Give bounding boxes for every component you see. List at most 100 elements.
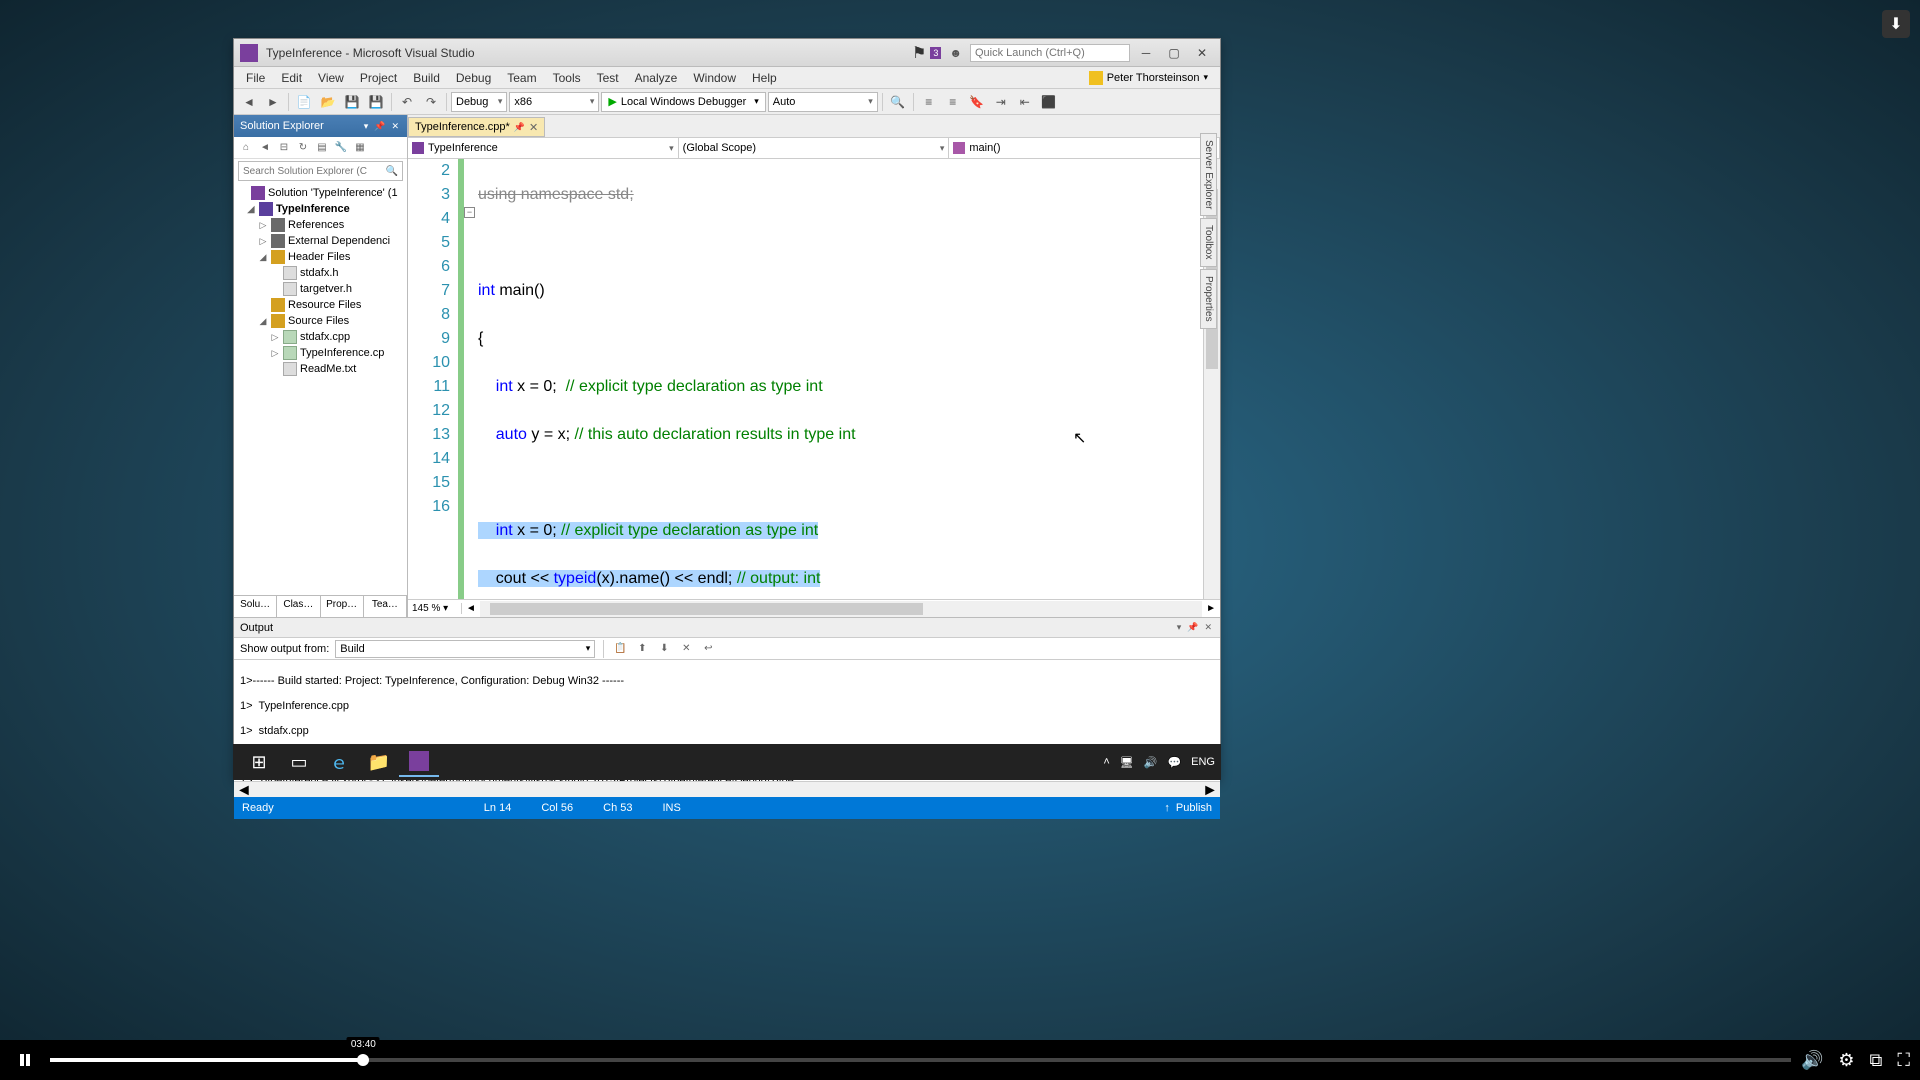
publish-button[interactable]: Publish	[1176, 802, 1212, 814]
output-find-icon[interactable]: 📋	[612, 641, 628, 657]
flag-icon[interactable]: ⚑	[912, 43, 926, 63]
save-button[interactable]: 💾	[341, 91, 363, 113]
close-tab-icon[interactable]: ✕	[529, 121, 538, 134]
tab-class-view[interactable]: Clas…	[277, 596, 320, 617]
menu-window[interactable]: Window	[685, 69, 744, 87]
menu-analyze[interactable]: Analyze	[627, 69, 686, 87]
menu-project[interactable]: Project	[352, 69, 405, 87]
redo-button[interactable]: ↷	[420, 91, 442, 113]
maximize-button[interactable]: ▢	[1162, 43, 1186, 63]
quick-launch-input[interactable]	[970, 44, 1130, 62]
edge-button[interactable]: ｅ	[319, 747, 359, 777]
tree-external-deps[interactable]: ▷External Dependenci	[234, 233, 407, 249]
nav-member-combo[interactable]: main()	[949, 138, 1220, 158]
output-next-icon[interactable]: ⬇	[656, 641, 672, 657]
tree-readme[interactable]: ReadMe.txt	[234, 361, 407, 377]
solution-search[interactable]: 🔍	[238, 161, 403, 181]
tree-stdafx-h[interactable]: stdafx.h	[234, 265, 407, 281]
tree-typeinference-cpp[interactable]: ▷TypeInference.cp	[234, 345, 407, 361]
pip-icon[interactable]: ⧉	[1870, 1050, 1883, 1071]
feedback-icon[interactable]: ☻	[949, 46, 962, 60]
progress-handle[interactable]	[357, 1054, 369, 1066]
close-button[interactable]: ✕	[1190, 43, 1214, 63]
indent-button[interactable]: ⇥	[990, 91, 1012, 113]
settings-icon[interactable]: ⚙	[1838, 1050, 1854, 1071]
tree-header-files[interactable]: ◢Header Files	[234, 249, 407, 265]
tray-network-icon[interactable]: 🖥	[1120, 756, 1134, 769]
output-dropdown-icon[interactable]: ▾	[1175, 622, 1184, 633]
search-icon[interactable]: 🔍	[386, 166, 398, 177]
nav-project-combo[interactable]: TypeInference	[408, 138, 679, 158]
menu-debug[interactable]: Debug	[448, 69, 499, 87]
volume-icon[interactable]: 🔊	[1801, 1050, 1823, 1071]
properties-icon[interactable]: 🔧	[333, 140, 349, 156]
explorer-button[interactable]: 📁	[359, 747, 399, 777]
back-icon[interactable]: ◄	[257, 140, 273, 156]
side-tab-server-explorer[interactable]: Server Explorer	[1200, 133, 1217, 216]
output-source-combo[interactable]: Build	[335, 640, 595, 658]
nav-forward-button[interactable]: ►	[262, 91, 284, 113]
tree-project[interactable]: ◢TypeInference	[234, 201, 407, 217]
badge-icon[interactable]: 3	[930, 47, 941, 59]
solution-search-input[interactable]	[243, 166, 386, 177]
undo-button[interactable]: ↶	[396, 91, 418, 113]
download-icon[interactable]: ⬇	[1882, 10, 1910, 38]
notification-icon[interactable]	[1089, 71, 1103, 85]
preview-icon[interactable]: ▦	[352, 140, 368, 156]
tree-solution[interactable]: Solution 'TypeInference' (1	[234, 185, 407, 201]
fullscreen-icon[interactable]: ⛶	[1897, 1050, 1910, 1071]
panel-close-icon[interactable]: ✕	[389, 121, 401, 132]
home-icon[interactable]: ⌂	[238, 140, 254, 156]
video-progress-bar[interactable]: 03:40	[50, 1058, 1791, 1062]
panel-pin-icon[interactable]: 📌	[372, 121, 387, 132]
horizontal-scrollbar[interactable]	[480, 601, 1202, 617]
hscroll-right-icon[interactable]: ►	[1202, 603, 1220, 614]
output-pin-icon[interactable]: 📌	[1185, 622, 1200, 633]
tree-stdafx-cpp[interactable]: ▷stdafx.cpp	[234, 329, 407, 345]
visual-studio-button[interactable]	[399, 747, 439, 777]
new-project-button[interactable]: 📄	[293, 91, 315, 113]
refresh-icon[interactable]: ↻	[295, 140, 311, 156]
side-tab-properties[interactable]: Properties	[1200, 269, 1217, 329]
menu-team[interactable]: Team	[499, 69, 544, 87]
nav-scope-combo[interactable]: (Global Scope)	[679, 138, 950, 158]
start-debug-button[interactable]: ▶Local Windows Debugger▾	[601, 92, 765, 112]
tree-references[interactable]: ▷References	[234, 217, 407, 233]
menu-build[interactable]: Build	[405, 69, 448, 87]
output-hscroll[interactable]: ◄►	[234, 781, 1220, 797]
menu-test[interactable]: Test	[589, 69, 627, 87]
output-clear-icon[interactable]: ✕	[678, 641, 694, 657]
tab-properties[interactable]: Prop…	[321, 596, 364, 617]
code-content[interactable]: using namespace std; int main() { int x …	[478, 159, 1203, 599]
tray-chevron-icon[interactable]: ˄	[1103, 756, 1109, 768]
bookmark-button[interactable]: 🔖	[966, 91, 988, 113]
config-combo[interactable]: Debug	[451, 92, 507, 112]
pin-tab-icon[interactable]: 📌	[514, 122, 525, 133]
uncomment-button[interactable]: ≡	[942, 91, 964, 113]
save-all-button[interactable]: 💾	[365, 91, 387, 113]
zoom-combo[interactable]: 145 % ▾	[408, 603, 462, 614]
show-all-icon[interactable]: ▤	[314, 140, 330, 156]
tray-notifications-icon[interactable]: 💬	[1167, 756, 1181, 769]
tab-team[interactable]: Tea…	[364, 596, 407, 617]
fold-toggle-icon[interactable]: −	[464, 207, 475, 218]
tree-targetver-h[interactable]: targetver.h	[234, 281, 407, 297]
tree-source-files[interactable]: ◢Source Files	[234, 313, 407, 329]
collapse-icon[interactable]: ⊟	[276, 140, 292, 156]
publish-icon[interactable]: ↑	[1164, 802, 1170, 814]
tray-volume-icon[interactable]: 🔊	[1144, 756, 1158, 769]
user-dropdown-icon[interactable]: ▾	[1203, 72, 1208, 83]
menu-file[interactable]: File	[238, 69, 273, 87]
output-close-icon[interactable]: ✕	[1202, 622, 1214, 633]
outdent-button[interactable]: ⇤	[1014, 91, 1036, 113]
open-file-button[interactable]: 📂	[317, 91, 339, 113]
start-button[interactable]: ⊞	[239, 747, 279, 777]
menu-tools[interactable]: Tools	[545, 69, 589, 87]
tree-resource-files[interactable]: Resource Files	[234, 297, 407, 313]
task-view-button[interactable]: ▭	[279, 747, 319, 777]
pause-button[interactable]	[10, 1045, 40, 1075]
menu-help[interactable]: Help	[744, 69, 785, 87]
code-editor[interactable]: 2345678910111213141516 − using namespace…	[408, 159, 1220, 599]
minimize-button[interactable]: ─	[1134, 43, 1158, 63]
tab-solution-explorer[interactable]: Solu…	[234, 596, 277, 617]
